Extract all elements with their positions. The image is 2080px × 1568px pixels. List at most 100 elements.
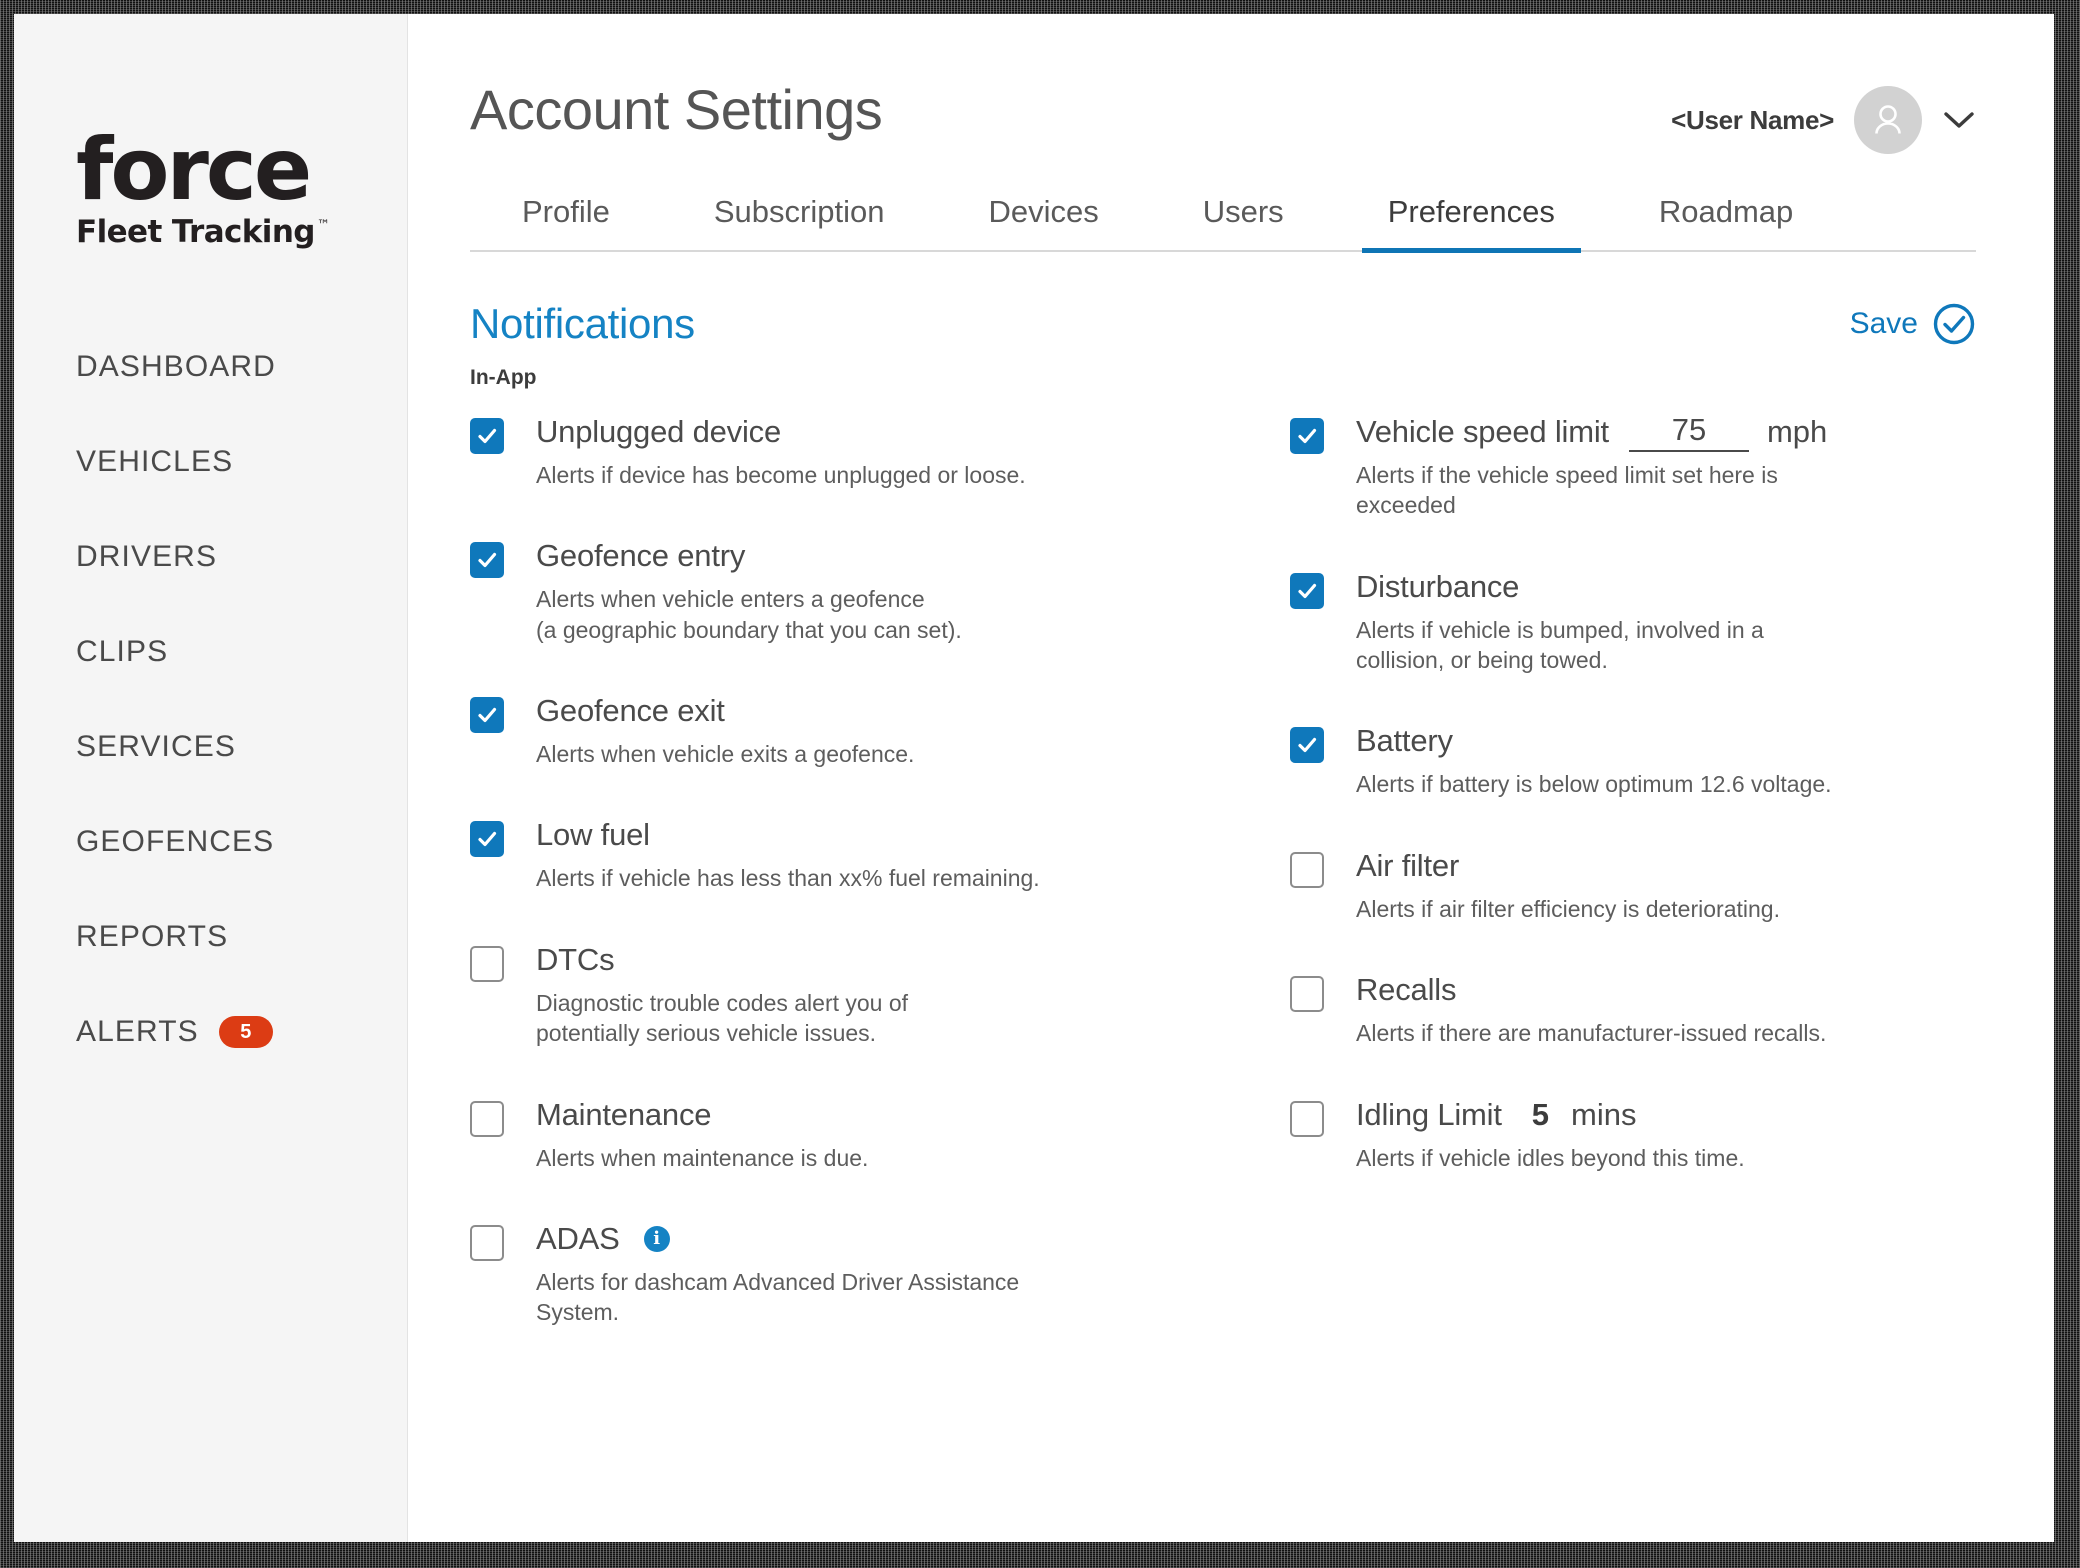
option-title-row: Idling Limit 5 mins bbox=[1356, 1095, 1976, 1135]
option-body: DTCs Diagnostic trouble codes alert you o… bbox=[536, 940, 1290, 1049]
sidebar-item-geofences[interactable]: GEOFENCES bbox=[76, 821, 376, 863]
option-body: Recalls Alerts if there are manufacturer-… bbox=[1356, 970, 1976, 1048]
sidebar-item-reports[interactable]: REPORTS bbox=[76, 916, 376, 958]
option-label: ADAS bbox=[536, 1220, 620, 1256]
app-window: force Fleet Tracking ™ DASHBOARD VEHICLES… bbox=[14, 14, 2054, 1542]
option-title-row: Battery bbox=[1356, 721, 1976, 761]
sidebar: force Fleet Tracking ™ DASHBOARD VEHICLES… bbox=[14, 14, 408, 1542]
option-label: Idling Limit bbox=[1356, 1096, 1502, 1132]
option-description: Alerts when vehicle exits a geofence. bbox=[536, 741, 915, 768]
option-label: Air filter bbox=[1356, 847, 1460, 883]
brand-logo[interactable]: force Fleet Tracking ™ bbox=[76, 120, 330, 248]
tab-users[interactable]: Users bbox=[1203, 194, 1284, 250]
checkbox-recalls[interactable] bbox=[1290, 976, 1324, 1013]
notification-option: Maintenance Alerts when maintenance is du… bbox=[470, 1095, 1290, 1173]
check-icon bbox=[478, 428, 497, 444]
settings-tabs: Profile Subscription Devices Users Preferenc… bbox=[470, 194, 1976, 253]
notification-option: Geofence entry Alerts when vehicle enters… bbox=[470, 536, 1290, 645]
option-label: Recalls bbox=[1356, 972, 1457, 1008]
sidebar-item-vehicles[interactable]: VEHICLES bbox=[76, 441, 376, 483]
notification-option: Air filter Alerts if air filter efficienc… bbox=[1290, 846, 1976, 924]
option-body: Air filter Alerts if air filter efficienc… bbox=[1356, 846, 1976, 924]
option-title-row: Air filter bbox=[1356, 846, 1976, 886]
option-body: Vehicle speed limit mph Alerts if the vehi… bbox=[1356, 412, 1976, 521]
notification-option: Battery Alerts if battery is below optimu… bbox=[1290, 721, 1976, 799]
sidebar-item-alerts[interactable]: ALERTS 5 bbox=[76, 1011, 376, 1053]
checkbox-geofence-entry[interactable] bbox=[470, 542, 504, 579]
page-header: Account Settings <User Name> bbox=[408, 14, 2054, 154]
option-label: Vehicle speed limit bbox=[1356, 414, 1609, 449]
main-content: Account Settings <User Name> Profile Sub… bbox=[408, 14, 2054, 1542]
save-button-label: Save bbox=[1849, 307, 1918, 340]
option-title-row: Geofence entry bbox=[536, 536, 1290, 576]
option-description: Alerts if there are manufacturer-issued … bbox=[1356, 1020, 1827, 1047]
check-icon bbox=[478, 832, 497, 847]
option-body: Maintenance Alerts when maintenance is du… bbox=[536, 1095, 1290, 1173]
tab-subscription[interactable]: Subscription bbox=[714, 194, 885, 250]
idling-limit-value[interactable]: 5 bbox=[1532, 1097, 1549, 1133]
save-button[interactable]: Save bbox=[1850, 302, 1976, 346]
sidebar-item-label: GEOFENCES bbox=[76, 825, 275, 858]
tab-devices[interactable]: Devices bbox=[988, 194, 1098, 250]
user-menu[interactable]: <User Name> bbox=[1671, 86, 1976, 154]
option-title-row: Vehicle speed limit mph bbox=[1356, 412, 1976, 452]
checkbox-disturbance[interactable] bbox=[1290, 572, 1324, 609]
notification-option: Geofence exit Alerts when vehicle exits a… bbox=[470, 691, 1290, 769]
notification-option: Idling Limit 5 mins Alerts if vehicle idles… bbox=[1290, 1095, 1976, 1173]
option-description: Alerts if battery is below optimum 12.6 … bbox=[1356, 771, 1832, 798]
option-title-row: DTCs bbox=[536, 940, 1290, 980]
sidebar-item-dashboard[interactable]: DASHBOARD bbox=[76, 346, 376, 388]
notification-option: Unplugged device Alerts if device has bec… bbox=[470, 412, 1290, 490]
person-icon bbox=[1875, 105, 1901, 134]
tab-roadmap[interactable]: Roadmap bbox=[1659, 194, 1793, 250]
checkbox-unplugged-device[interactable] bbox=[470, 418, 504, 454]
checkbox-dtcs[interactable] bbox=[470, 945, 504, 982]
option-description: Alerts when maintenance is due. bbox=[536, 1144, 869, 1171]
sidebar-item-label: DRIVERS bbox=[76, 540, 218, 573]
logo-wordmark: force bbox=[76, 120, 312, 220]
notification-option: DTCs Diagnostic trouble codes alert you o… bbox=[470, 940, 1290, 1049]
checkbox-air-filter[interactable] bbox=[1290, 851, 1324, 888]
sidebar-item-label: CLIPS bbox=[76, 635, 169, 668]
options-column-right: Vehicle speed limit mph Alerts if the vehi… bbox=[1290, 412, 1976, 1374]
option-title-row: Maintenance bbox=[536, 1095, 1290, 1135]
sidebar-item-services[interactable]: SERVICES bbox=[76, 726, 376, 768]
tab-preferences[interactable]: Preferences bbox=[1361, 194, 1581, 253]
sidebar-item-drivers[interactable]: DRIVERS bbox=[76, 536, 376, 578]
option-label: Disturbance bbox=[1356, 568, 1520, 604]
info-icon[interactable]: i bbox=[643, 1225, 670, 1252]
notification-option: Low fuel Alerts if vehicle has less than … bbox=[470, 815, 1290, 893]
option-body: Idling Limit 5 mins Alerts if vehicle idles… bbox=[1356, 1095, 1976, 1173]
check-icon bbox=[1298, 738, 1317, 753]
page-title: Account Settings bbox=[470, 78, 883, 141]
check-icon bbox=[478, 553, 497, 568]
notification-option: Recalls Alerts if there are manufacturer-… bbox=[1290, 970, 1976, 1048]
checkbox-battery[interactable] bbox=[1290, 727, 1324, 764]
sidebar-item-clips[interactable]: CLIPS bbox=[76, 631, 376, 673]
screenshot-frame: force Fleet Tracking ™ DASHBOARD VEHICLES… bbox=[0, 0, 2080, 1568]
tab-profile[interactable]: Profile bbox=[522, 194, 610, 250]
checkbox-adas[interactable] bbox=[470, 1224, 504, 1261]
option-description: Alerts for dashcam Advanced Driver Assis… bbox=[536, 1268, 1020, 1326]
chevron-down-icon[interactable] bbox=[1942, 103, 1976, 137]
speed-limit-input[interactable] bbox=[1628, 412, 1749, 452]
checkbox-idling-limit[interactable] bbox=[1290, 1100, 1324, 1137]
option-description: Diagnostic trouble codes alert you of po… bbox=[536, 989, 909, 1047]
option-description: Alerts if vehicle idles beyond this time… bbox=[1356, 1144, 1745, 1171]
option-title-row: ADAS i bbox=[536, 1219, 1290, 1259]
sidebar-item-label: SERVICES bbox=[76, 730, 236, 763]
option-title-row: Geofence exit bbox=[536, 691, 1290, 731]
option-title-row: Disturbance bbox=[1356, 567, 1976, 607]
checkbox-maintenance[interactable] bbox=[470, 1100, 504, 1137]
avatar[interactable] bbox=[1854, 86, 1922, 154]
sidebar-nav: DASHBOARD VEHICLES DRIVERS CLIPS SERVICES GEO… bbox=[76, 346, 376, 1106]
checkbox-low-fuel[interactable] bbox=[470, 821, 504, 858]
notification-option: Disturbance Alerts if vehicle is bumped, … bbox=[1290, 567, 1976, 676]
checkbox-vehicle-speed-limit[interactable] bbox=[1290, 418, 1324, 454]
option-description: Alerts if the vehicle speed limit set he… bbox=[1356, 462, 1778, 519]
checkbox-geofence-exit[interactable] bbox=[470, 697, 504, 734]
option-description: Alerts if device has become unplugged or… bbox=[536, 462, 1026, 488]
option-title-row: Recalls bbox=[1356, 970, 1976, 1010]
unit-label: mph bbox=[1766, 414, 1828, 449]
option-description: Alerts if vehicle has less than xx% fuel… bbox=[536, 865, 1040, 892]
